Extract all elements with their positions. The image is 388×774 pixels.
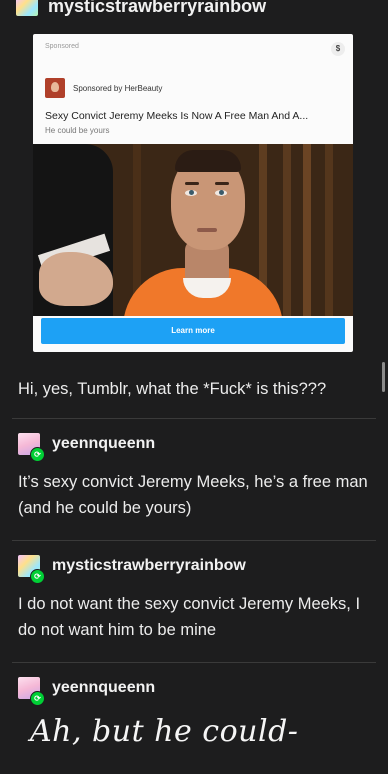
user-avatar[interactable] [16,0,38,16]
sponsored-label: Sponsored [45,43,79,50]
reblogger-username[interactable]: mysticstrawberryrainbow [52,557,246,575]
ad-subline: He could be yours [45,126,110,135]
tumblr-post: mysticstrawberryrainbow Sponsored $ Spon… [0,0,388,774]
reblog-icon: ⟳ [30,569,45,584]
scrollbar[interactable] [382,362,385,392]
post-comment: Hi, yes, Tumblr, what the *Fuck* is this… [18,380,327,398]
learn-more-button[interactable]: Learn more [41,318,345,344]
reblog-icon: ⟳ [30,447,45,462]
advertiser-avatar[interactable] [45,78,65,98]
ad-headline[interactable]: Sexy Convict Jeremy Meeks Is Now A Free … [45,110,308,122]
dollar-icon[interactable]: $ [331,42,345,56]
post-username[interactable]: mysticstrawberryrainbow [48,0,266,17]
divider [12,662,376,663]
reblog-text: It’s sexy convict Jeremy Meeks, he’s a f… [18,473,368,517]
post-header: mysticstrawberryrainbow [0,0,388,20]
handwritten-reply: Ah, but he could- [30,714,299,749]
reblog-icon: ⟳ [30,691,45,706]
divider [12,418,376,419]
ad-photo[interactable] [33,144,353,316]
advertiser-name[interactable]: Sponsored by HerBeauty [73,84,162,93]
divider [12,540,376,541]
reblogger-username[interactable]: yeennqueenn [52,435,155,453]
sponsored-ad-card[interactable]: Sponsored $ Sponsored by HerBeauty Sexy … [33,34,353,352]
reblogger-username[interactable]: yeennqueenn [52,679,155,697]
reblog-text: I do not want the sexy convict Jeremy Me… [18,595,361,639]
